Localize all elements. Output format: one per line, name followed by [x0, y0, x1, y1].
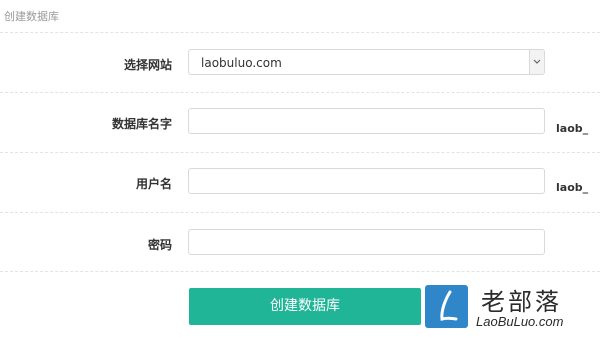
username-label: 用户名 — [135, 177, 172, 191]
watermark-chinese: 老部落 — [481, 288, 562, 316]
create-database-button[interactable]: 创建数据库 — [189, 288, 421, 325]
db-name-input[interactable] — [188, 108, 545, 134]
page-title: 创建数据库 — [4, 10, 59, 23]
laobuluo-logo-icon — [425, 285, 468, 328]
divider — [0, 271, 600, 272]
divider — [0, 212, 600, 213]
password-input[interactable] — [188, 229, 545, 255]
username-input[interactable] — [188, 168, 545, 194]
divider — [0, 32, 600, 33]
username-suffix: laob_ — [556, 181, 589, 194]
select-arrow[interactable] — [529, 50, 544, 74]
site-select-label: 选择网站 — [123, 58, 172, 72]
db-name-label: 数据库名字 — [111, 117, 172, 131]
divider — [0, 92, 600, 93]
chevron-down-icon — [533, 59, 541, 64]
divider — [0, 152, 600, 153]
password-label: 密码 — [147, 238, 172, 252]
site-select[interactable]: laobuluo.com — [188, 49, 545, 75]
db-name-suffix: laob_ — [556, 122, 589, 135]
watermark-english: LaoBuLuo.com — [476, 314, 564, 329]
site-select-value: laobuluo.com — [201, 56, 282, 70]
